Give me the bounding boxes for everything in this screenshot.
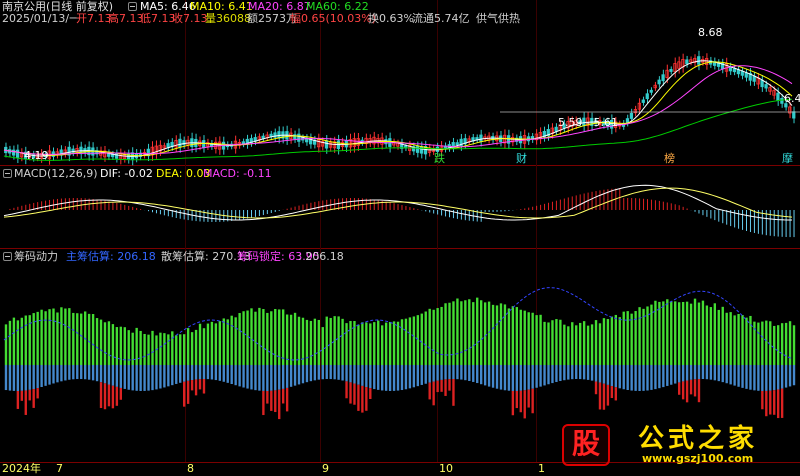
quote-low: 低7.13 [140, 12, 176, 25]
chip-extra: : 206.18 [298, 250, 344, 263]
candle-body [625, 118, 630, 123]
macd-name: MACD(12,26,9) [14, 167, 98, 180]
collapse-chip-icon[interactable] [3, 252, 12, 261]
candle-body [178, 138, 182, 148]
collapse-macd-icon[interactable] [3, 169, 12, 178]
candle-body [277, 131, 281, 139]
watermark-brand: 公式之家 [638, 424, 759, 454]
time-label-jul: 7 [56, 462, 63, 475]
quote-change: 幅0.65(10.03%) [290, 12, 377, 25]
candle-body [645, 93, 649, 100]
candle-body [740, 70, 744, 76]
candle-body [15, 149, 20, 158]
quote-volume: 量36088 [205, 12, 251, 25]
candle-body [760, 79, 764, 88]
quote-concept: 供气供热 [476, 12, 520, 25]
candle-body [776, 92, 780, 101]
quote-date: 2025/01/13/一 [2, 12, 81, 25]
low-price-label: 4.19 [24, 149, 49, 162]
event-marker-bang[interactable]: 榜 [664, 153, 675, 165]
event-marker-mo[interactable]: 摩 [782, 153, 793, 165]
dea-line [3, 187, 793, 219]
candle-body [419, 146, 424, 154]
candle-body [685, 59, 689, 65]
candle-body [297, 133, 301, 142]
chip-main-estimate: 主筹估算: 206.18 [66, 250, 156, 263]
quote-open: 开7.13 [76, 12, 112, 25]
collapse-main-icon[interactable] [128, 2, 137, 11]
time-label-jan: 1 [538, 462, 545, 475]
candle-body [657, 79, 661, 85]
candle-body [752, 75, 756, 82]
peak-price-label: 8.68 [698, 26, 723, 39]
time-label-sep: 9 [322, 462, 329, 475]
candle-body [261, 135, 265, 139]
chip-panel-name: 筹码动力 [14, 250, 58, 263]
candle-body [641, 99, 645, 103]
chart-canvas [3, 50, 800, 420]
candle-body [780, 97, 784, 104]
candle-body [732, 68, 737, 73]
ma10-line [3, 61, 793, 157]
range-label: 5.59 - 5.61 [558, 116, 618, 129]
candle-body [324, 140, 329, 149]
time-label-aug: 8 [187, 462, 194, 475]
candle-body [744, 72, 748, 78]
quote-close: 收7.13 [172, 12, 208, 25]
candle-body [669, 69, 673, 72]
candle-body [661, 74, 665, 82]
macd-value: MACD: -0.11 [203, 167, 272, 180]
event-marker-die[interactable]: 跌 [434, 153, 445, 165]
dif-line [3, 184, 792, 221]
candle-body [455, 142, 459, 146]
event-marker-cai[interactable]: 财 [516, 153, 527, 165]
macd-dif: DIF: -0.02 [100, 167, 153, 180]
quote-float-cap: 流通5.74亿 [412, 12, 470, 25]
right-edge-price: 6.4 [784, 92, 800, 105]
quote-high: 高7.13 [108, 12, 144, 25]
candle-body [649, 89, 653, 93]
watermark-stamp: 股 [562, 424, 610, 466]
candle-body [415, 146, 420, 153]
candle-body [792, 111, 796, 119]
watermark-url: www.gszj100.com [642, 452, 754, 465]
candle-body [12, 149, 16, 156]
time-label-oct: 10 [439, 462, 453, 475]
candle-body [736, 69, 740, 75]
quote-turnover: 换0.63% [368, 12, 414, 25]
candle-body [479, 134, 483, 142]
candle-body [629, 112, 634, 119]
candle-body [764, 84, 768, 89]
time-label-year: 2024年 [2, 462, 41, 475]
candle-body [697, 56, 701, 65]
